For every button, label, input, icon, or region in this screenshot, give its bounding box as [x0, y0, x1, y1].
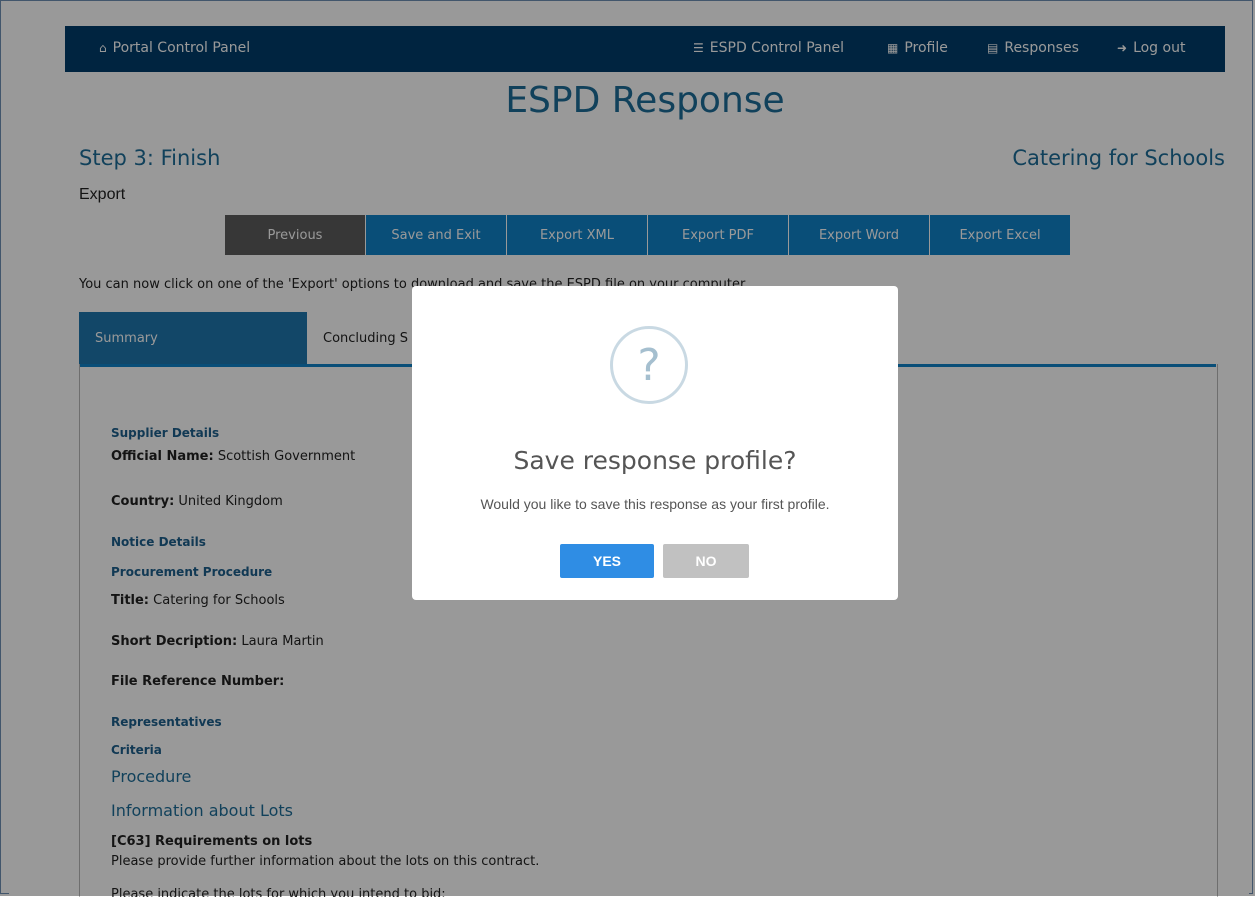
question-icon: ?	[610, 326, 688, 404]
save-profile-dialog: ? Save response profile? Would you like …	[412, 286, 898, 600]
no-button[interactable]: NO	[663, 544, 749, 578]
dialog-message: Would you like to save this response as …	[480, 496, 830, 512]
dialog-actions: YES NO	[560, 544, 749, 578]
dialog-title: Save response profile?	[513, 446, 797, 475]
yes-button[interactable]: YES	[560, 544, 654, 578]
